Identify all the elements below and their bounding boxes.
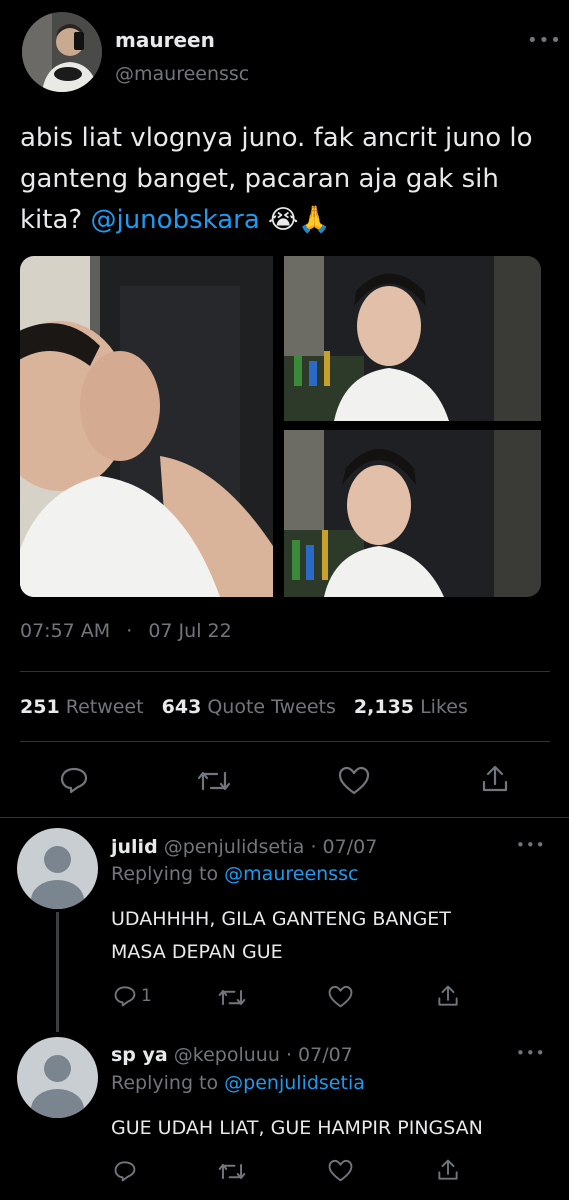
tweet-text-line: kita? @junobskara 😭🙏: [20, 200, 550, 241]
replying-to: Replying to @maureenssc: [111, 863, 358, 885]
reply-author-handle[interactable]: @penjulidsetia: [164, 836, 305, 858]
reply-text-line: MASA DEPAN GUE: [111, 941, 283, 963]
reply-text-line: GUE UDAH LIAT, GUE HAMPIR PINGSAN: [111, 1117, 483, 1139]
reply-icon[interactable]: [59, 766, 89, 794]
divider: [20, 741, 550, 742]
replying-to: Replying to @penjulidsetia: [111, 1072, 365, 1094]
reply-count: 1: [141, 986, 152, 1006]
mention-link[interactable]: @junobskara: [90, 205, 259, 235]
divider: [0, 817, 569, 818]
author-name[interactable]: maureen: [115, 28, 215, 52]
reply-date[interactable]: · 07/07: [310, 836, 377, 858]
more-dots-icon[interactable]: •••: [527, 32, 562, 50]
reply-icon: [113, 985, 137, 1007]
media-photo-top-right[interactable]: [284, 256, 541, 421]
reply-text-line: UDAHHHH, GILA GANTENG BANGET: [111, 908, 451, 930]
thread-line: [56, 912, 59, 1032]
like-icon[interactable]: [328, 1159, 353, 1183]
tweet-timestamp[interactable]: 07:57 AM · 07 Jul 22: [20, 620, 232, 642]
reply-avatar[interactable]: [17, 828, 98, 909]
retweet-stat[interactable]: 251 Retweet: [20, 696, 150, 718]
tweet-text-line: abis liat vlognya juno. fak ancrit juno …: [20, 123, 533, 153]
reply-header: julid @penjulidsetia · 07/07: [111, 836, 377, 858]
emoji: 😭🙏: [268, 205, 331, 235]
reply-avatar[interactable]: [17, 1037, 98, 1118]
retweet-icon[interactable]: [196, 767, 232, 795]
divider: [20, 671, 550, 672]
replying-to-label: Replying to: [111, 863, 219, 885]
like-icon[interactable]: [328, 985, 353, 1009]
tweet-text: abis liat vlognya juno. fak ancrit juno …: [20, 118, 550, 241]
like-label: Likes: [420, 696, 468, 718]
retweet-icon[interactable]: [217, 986, 247, 1009]
reply-text: UDAHHHH, GILA GANTENG BANGET MASA DEPAN …: [111, 903, 451, 969]
media-photo-left[interactable]: [20, 256, 273, 597]
share-icon[interactable]: [437, 1158, 459, 1182]
author-handle[interactable]: @maureenssc: [115, 63, 249, 85]
tweet-text-line: ganteng banget, pacaran aja gak sih: [20, 164, 499, 194]
more-dots-icon[interactable]: •••: [516, 838, 546, 853]
reply-icon[interactable]: [113, 1160, 137, 1182]
like-stat[interactable]: 2,135 Likes: [354, 696, 468, 718]
share-icon[interactable]: [481, 764, 509, 794]
tweet-time: 07:57 AM: [20, 620, 111, 642]
reply-date[interactable]: · 07/07: [286, 1044, 353, 1066]
replying-to-label: Replying to: [111, 1072, 219, 1094]
reply-author-handle[interactable]: @kepoluuu: [174, 1044, 280, 1066]
reply-header: sp ya @kepoluuu · 07/07: [111, 1044, 353, 1066]
quote-count: 643: [161, 696, 202, 718]
reply-author-name[interactable]: julid: [111, 836, 158, 858]
quote-stat[interactable]: 643 Quote Tweets: [162, 696, 342, 718]
tweet-text-part: kita?: [20, 205, 83, 235]
reply-button[interactable]: 1: [113, 985, 152, 1007]
media-photo-bottom-right[interactable]: [284, 430, 541, 597]
replying-to-link[interactable]: @penjulidsetia: [224, 1072, 365, 1094]
share-icon[interactable]: [437, 984, 459, 1008]
like-count: 2,135: [353, 696, 415, 718]
tweet-date: 07 Jul 22: [148, 620, 232, 642]
tweet-stats: 251 Retweet 643 Quote Tweets 2,135 Likes: [20, 696, 468, 718]
replying-to-link[interactable]: @maureenssc: [224, 863, 358, 885]
timestamp-separator: ·: [126, 620, 133, 642]
like-icon[interactable]: [338, 766, 370, 796]
author-avatar[interactable]: [22, 12, 102, 92]
retweet-label: Retweet: [65, 696, 144, 718]
retweet-icon[interactable]: [217, 1160, 247, 1183]
reply-text: GUE UDAH LIAT, GUE HAMPIR PINGSAN: [111, 1112, 483, 1145]
more-dots-icon[interactable]: •••: [516, 1046, 546, 1061]
quote-label: Quote Tweets: [207, 696, 336, 718]
reply-author-name[interactable]: sp ya: [111, 1044, 168, 1066]
retweet-count: 251: [20, 696, 60, 718]
